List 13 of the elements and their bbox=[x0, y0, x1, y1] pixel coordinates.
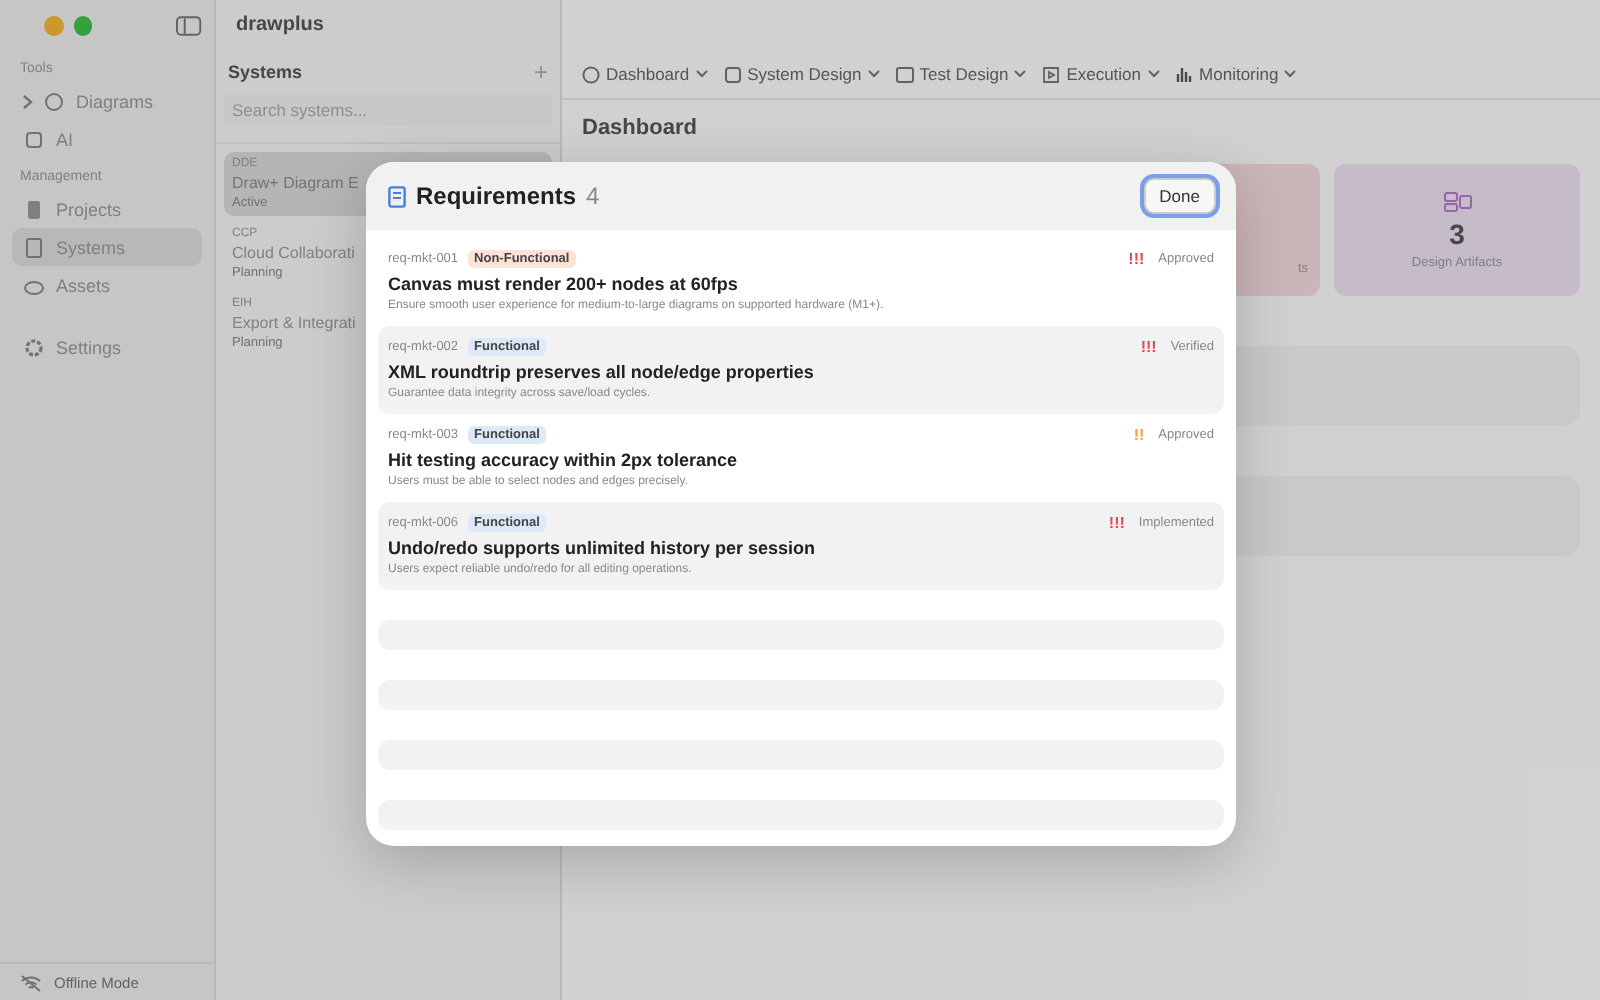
priority-mark: !!! bbox=[1128, 249, 1145, 267]
requirement-title: Undo/redo supports unlimited history per session bbox=[388, 538, 818, 558]
priority-mark: !! bbox=[1133, 425, 1145, 443]
panel-title: Systems bbox=[228, 62, 303, 82]
requirement-title: Hit testing accuracy within 2px tolerance bbox=[388, 450, 740, 470]
count: 4 bbox=[586, 182, 600, 210]
requirement-title: Canvas must render 200+ nodes at 60fps bbox=[388, 274, 740, 294]
priority-mark: !!! bbox=[1108, 513, 1125, 531]
dialog-title: Requirements bbox=[416, 182, 577, 210]
page-title: Dashboard bbox=[582, 116, 699, 140]
requirement-title: XML roundtrip preserves all node/edge properties bbox=[388, 362, 816, 382]
window-title: drawplus bbox=[236, 14, 324, 36]
priority-mark: !!! bbox=[1140, 337, 1157, 355]
